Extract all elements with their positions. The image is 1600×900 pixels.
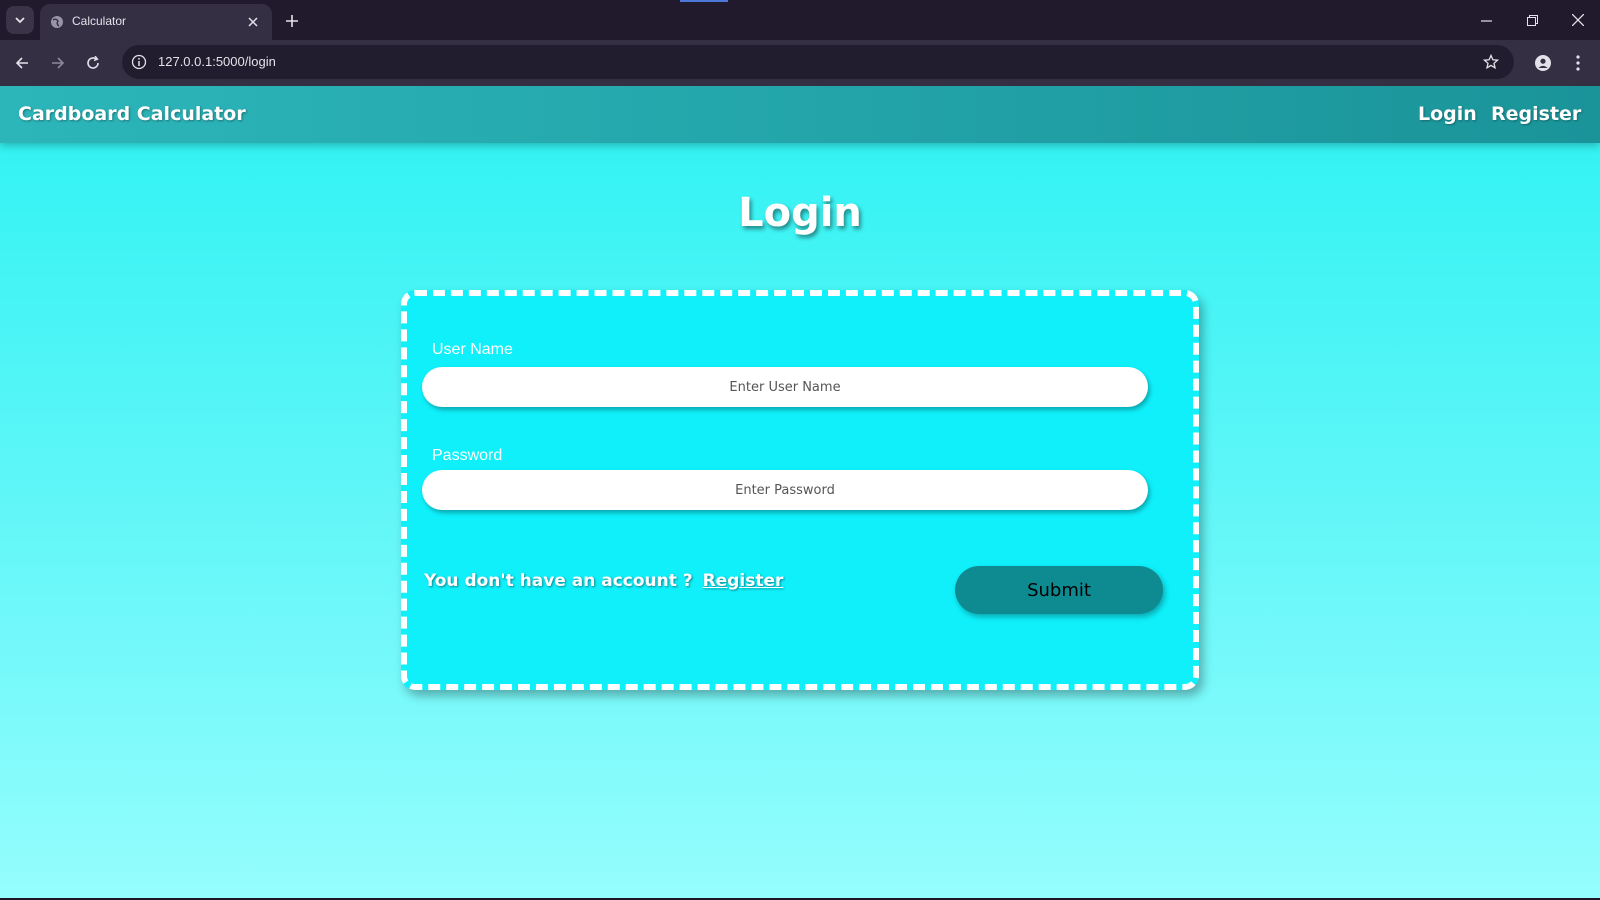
register-link[interactable]: Register <box>703 571 784 591</box>
password-input[interactable] <box>422 470 1148 510</box>
reload-icon <box>87 56 99 69</box>
restore-icon <box>1526 14 1538 26</box>
login-form: User Name Password You don't have an acc… <box>401 290 1199 690</box>
restore-button[interactable] <box>1521 10 1543 30</box>
minimize-icon <box>1480 19 1492 22</box>
address-bar[interactable]: 127.0.0.1:5000/login <box>122 45 1514 79</box>
arrow-left-icon <box>15 57 28 69</box>
globe-icon <box>51 16 63 28</box>
tab-indicator <box>680 0 728 2</box>
tab-close-button[interactable] <box>245 14 261 30</box>
plus-icon <box>286 15 298 27</box>
profile-button[interactable] <box>1531 51 1555 75</box>
kebab-menu-icon <box>1576 55 1580 71</box>
close-icon <box>1572 14 1584 26</box>
close-window-button[interactable] <box>1567 10 1589 30</box>
bookmark-button[interactable] <box>1480 51 1502 73</box>
tab-title: Calculator <box>72 14 127 28</box>
browser-toolbar: 127.0.0.1:5000/login <box>0 40 1600 86</box>
new-tab-button[interactable] <box>281 10 303 32</box>
arrow-right-icon <box>52 57 65 69</box>
username-input[interactable] <box>422 367 1148 407</box>
minimize-button[interactable] <box>1475 10 1497 30</box>
page-title: Login <box>738 190 862 236</box>
close-icon <box>248 17 258 27</box>
nav-register-link[interactable]: Register <box>1491 103 1581 125</box>
nav-login-link[interactable]: Login <box>1418 103 1477 125</box>
url-text[interactable]: 127.0.0.1:5000/login <box>158 54 276 69</box>
person-icon <box>1535 55 1551 71</box>
tab-strip: Calculator <box>0 0 1600 40</box>
star-icon <box>1483 54 1499 70</box>
site-info-button[interactable] <box>128 51 150 73</box>
reload-button[interactable] <box>81 51 105 75</box>
back-button[interactable] <box>10 51 34 75</box>
account-prompt: You don't have an account ? Register <box>424 571 783 591</box>
account-prompt-text: You don't have an account ? <box>424 571 693 591</box>
forward-button[interactable] <box>46 51 70 75</box>
site-brand[interactable]: Cardboard Calculator <box>18 103 246 125</box>
info-icon <box>131 54 147 70</box>
tab-search-button[interactable] <box>6 6 34 34</box>
username-label: User Name <box>432 341 513 358</box>
tab-calculator[interactable]: Calculator <box>40 4 272 40</box>
site-navbar: Cardboard Calculator Login Register <box>0 86 1600 143</box>
chevron-down-icon <box>15 17 25 24</box>
page-viewport: Cardboard Calculator Login Register Logi… <box>0 86 1600 898</box>
browser-menu-button[interactable] <box>1566 51 1590 75</box>
submit-button[interactable]: Submit <box>955 566 1163 614</box>
password-label: Password <box>432 447 503 464</box>
